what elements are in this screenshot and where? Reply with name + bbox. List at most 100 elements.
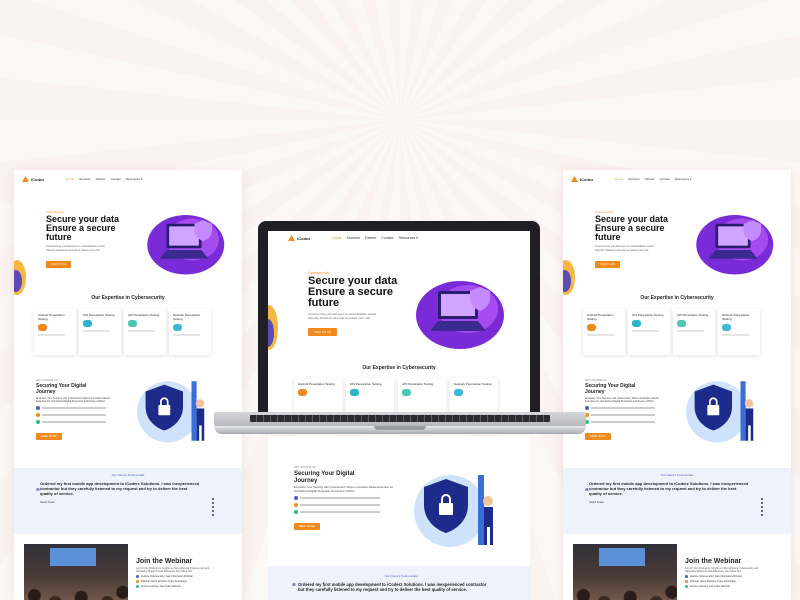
- laptop-shield-illustration: [147, 215, 225, 275]
- bullet-icon: [294, 510, 298, 515]
- bullet-text: [42, 421, 106, 424]
- card-title: Network Penetration Testing: [454, 382, 492, 386]
- webinar-item: Explore Cybersecurity: Gain Information …: [136, 575, 216, 578]
- testimonial-quote: Ordered my first mobile app development …: [40, 481, 200, 496]
- card-title: Android Penetration Testing: [38, 313, 65, 321]
- card-title: Network Penetration Testing: [722, 313, 750, 321]
- testimonial-section: Our Client's Testimonials “ Ordered my f…: [14, 468, 242, 534]
- expertise-cards: Android Penetration Testing iOS Penetrat…: [268, 378, 530, 415]
- nav-links: Home Services Partner Contact Resources …: [615, 177, 691, 181]
- logo-icon: [571, 176, 578, 182]
- network-icon: [454, 389, 463, 396]
- slider-dots[interactable]: [212, 498, 214, 516]
- keyboard: [250, 415, 550, 422]
- hero-section: Cybersecurity Secure your data Ensure a …: [268, 245, 530, 363]
- quote-icon: “: [292, 582, 296, 591]
- nav-contact[interactable]: Contact: [111, 177, 121, 181]
- logo[interactable]: iCodez: [22, 176, 44, 182]
- logo-text: iCodez: [297, 235, 311, 241]
- talk-to-us-button[interactable]: TALK TO US: [308, 328, 338, 336]
- bullet-icon: [294, 496, 298, 501]
- read-more-button[interactable]: READ MORE: [585, 433, 611, 441]
- webinar-photo: [24, 544, 128, 600]
- bullet-text: [300, 497, 380, 500]
- nav-contact[interactable]: Contact: [381, 236, 393, 240]
- bullet-icon: [685, 575, 688, 578]
- android-icon: [298, 389, 307, 396]
- bullet-icon: [685, 580, 688, 583]
- card-text: [722, 334, 750, 336]
- card-text: [677, 330, 705, 332]
- hero-text: Avoid turning yourself open to vulnerabi…: [308, 312, 376, 320]
- navbar: iCodez Home Services Partner Contact Res…: [268, 231, 530, 245]
- nav-partner[interactable]: Partner: [96, 177, 106, 181]
- nav-home[interactable]: Home: [332, 236, 341, 240]
- card-network[interactable]: Network Penetration Testing: [718, 309, 760, 355]
- card-android[interactable]: Android Penetration Testing: [294, 378, 342, 415]
- webinar-title: Join the Webinar: [685, 558, 742, 565]
- nav-services[interactable]: Services: [628, 177, 640, 181]
- android-icon: [587, 324, 596, 331]
- website-mockup-center: WHY CHOOSE US Securing Your Digital Jour…: [268, 436, 530, 600]
- talk-to-us-button[interactable]: TALK TO US: [595, 261, 620, 268]
- nav-resources[interactable]: Resources ▾: [675, 177, 692, 181]
- nav-home[interactable]: Home: [615, 177, 623, 181]
- webinar-text: Join for Our Webinar for Insights on Str…: [136, 567, 210, 573]
- network-icon: [173, 324, 182, 331]
- ios-icon: [632, 320, 641, 327]
- logo-icon: [22, 176, 29, 182]
- navbar: iCodez Home Services Partner Contact Res…: [14, 170, 242, 188]
- bullet-text: [42, 407, 106, 410]
- bullet-icon: [294, 503, 298, 508]
- quote-icon: “: [36, 487, 40, 496]
- card-api[interactable]: API Penetration Testing: [673, 309, 715, 355]
- nav-resources[interactable]: Resources ▾: [126, 177, 143, 181]
- card-ios[interactable]: iOS Penetration Testing: [628, 309, 670, 355]
- bullet-icon: [136, 575, 139, 578]
- card-title: iOS Penetration Testing: [350, 382, 382, 386]
- website-mockup-right: iCodez Home Services Partner Contact Res…: [563, 170, 791, 600]
- logo-text: iCodez: [31, 176, 45, 182]
- card-ios[interactable]: iOS Penetration Testing: [346, 378, 394, 415]
- webinar-section: Join the Webinar Join for Our Webinar fo…: [563, 534, 791, 600]
- nav-links: Home Services Partner Contact Resources …: [66, 177, 142, 181]
- nav-services[interactable]: Services: [79, 177, 91, 181]
- read-more-button[interactable]: READ MORE: [36, 433, 62, 441]
- hero-text: Avoid turning yourself open to vulnerabi…: [595, 245, 654, 252]
- webinar-item: Webinar: Alerts Enhance Cyber Knowledge: [136, 580, 216, 583]
- testimonial-eyebrow: Our Client's Testimonials: [384, 574, 418, 578]
- card-network[interactable]: Network Penetration Testing: [450, 378, 498, 415]
- navbar: iCodez Home Services Partner Contact Res…: [563, 170, 791, 188]
- secure-text: Empower Your Security with CyberGuard: W…: [294, 485, 394, 493]
- card-api[interactable]: API Penetration Testing: [398, 378, 446, 415]
- logo[interactable]: iCodez: [571, 176, 593, 182]
- card-network[interactable]: Network Penetration Testing: [169, 309, 211, 355]
- nav-partner[interactable]: Partner: [365, 236, 376, 240]
- expertise-title: Our Expertise in Cybersecurity: [91, 295, 165, 301]
- nav-contact[interactable]: Contact: [660, 177, 670, 181]
- bullet-icon: [136, 585, 139, 588]
- hero-section: Cybersecurity Secure your data Ensure a …: [14, 188, 242, 295]
- api-icon: [128, 320, 137, 327]
- card-android[interactable]: Android Penetration Testing: [583, 309, 625, 355]
- bullet-text: [591, 421, 655, 424]
- logo[interactable]: iCodez: [288, 235, 310, 241]
- bullet-text: [300, 511, 380, 514]
- talk-to-us-button[interactable]: TALK TO US: [46, 261, 71, 268]
- logo-text: iCodez: [580, 176, 594, 182]
- nav-partner[interactable]: Partner: [645, 177, 655, 181]
- card-ios[interactable]: iOS Penetration Testing: [79, 309, 121, 355]
- nav-services[interactable]: Services: [346, 236, 359, 240]
- read-more-button[interactable]: READ MORE: [294, 523, 320, 531]
- slider-dots[interactable]: [761, 498, 763, 516]
- nav-resources[interactable]: Resources ▾: [398, 236, 417, 240]
- nav-home[interactable]: Home: [66, 177, 74, 181]
- bullet-icon: [36, 413, 40, 418]
- card-android[interactable]: Android Penetration Testing: [34, 309, 76, 355]
- card-title: API Penetration Testing: [402, 382, 434, 386]
- hero-text: Avoid turning yourself open to vulnerabi…: [46, 245, 105, 252]
- card-text: [587, 334, 615, 336]
- laptop-lid: iCodez Home Services Partner Contact Res…: [258, 221, 540, 415]
- card-api[interactable]: API Penetration Testing: [124, 309, 166, 355]
- bullet-icon: [685, 585, 688, 588]
